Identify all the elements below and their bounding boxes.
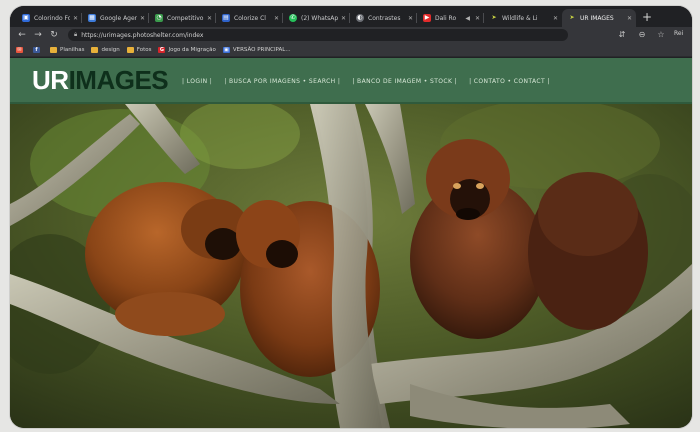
lock-icon: 🔒︎ [74,31,78,38]
nav-login[interactable]: | LOGIN | [182,78,212,85]
tab-strip: ▣ Colorindo Fot ✕ ▦ Google Agen ✕ ◔ Comp… [10,6,692,27]
tab-label: (2) WhatsApp [301,14,338,22]
nav-search[interactable]: | BUSCA POR IMAGENS • SEARCH | [224,78,340,85]
tab-colorize[interactable]: ▤ Colorize Cl ✕ [216,9,283,27]
browser-window: ▣ Colorindo Fot ✕ ▦ Google Agen ✕ ◔ Comp… [10,6,692,428]
site-nav: | LOGIN | | BUSCA POR IMAGENS • SEARCH |… [182,78,562,85]
reload-icon[interactable]: ↻ [48,29,60,41]
tab-label: Competitivo [167,14,204,22]
folder-icon [126,46,134,53]
new-tab-button[interactable]: + [640,9,654,25]
facebook-icon: f [33,46,40,53]
tab-competitivo[interactable]: ◔ Competitivo ✕ [149,9,216,27]
bookmark-label: Jogo da Migração [168,46,216,53]
bookmark-label: VERSÃO PRINCIPAL... [232,46,291,53]
bookmarks-bar: ✉ f Planilhas design Fotos G Jogo da Mig… [10,43,692,57]
tab-label: Colorindo Fot [34,14,70,22]
bookmark-jogo[interactable]: G Jogo da Migração [158,46,216,53]
folder-icon [91,46,99,53]
profile-button[interactable]: Rei [674,30,683,37]
site-header: UR IMAGES | LOGIN | | BUSCA POR IMAGENS … [10,58,692,104]
howler-monkeys-image [10,104,692,428]
close-icon[interactable]: ✕ [73,15,78,22]
tab-label: Dali Ro [435,14,457,22]
game-icon: G [158,46,166,53]
picture-icon: ▣ [22,14,30,22]
bookmark-planilhas[interactable]: Planilhas [50,46,85,53]
close-icon[interactable]: ✕ [627,15,632,22]
bookmark-label: Planilhas [60,46,85,53]
bookmark-label: design [101,46,120,53]
bookmark-gmail[interactable]: ✉ [16,46,26,53]
tab-dali[interactable]: ▶ Dali Ro ◀︎ ✕ [417,9,484,27]
tab-ur-images[interactable]: ➤ UR IMAGES ✕ [562,9,636,27]
site-logo[interactable]: UR IMAGES [32,64,169,95]
tab-label: Colorize Cl [234,14,266,22]
close-icon[interactable]: ✕ [408,15,413,22]
zoom-icon[interactable]: ⊖ [636,29,648,41]
arrow-icon: ➤ [491,14,497,21]
back-icon[interactable]: ← [16,29,28,41]
logo-text-ur: UR [32,64,69,95]
tab-colorindo[interactable]: ▣ Colorindo Fot ✕ [16,9,82,27]
chart-icon: ◔ [155,14,163,22]
logo-text-images: IMAGES [68,64,169,95]
bookmark-label: Fotos [136,46,152,53]
bookmark-design[interactable]: design [91,46,120,53]
bookmark-facebook[interactable]: f [33,46,43,53]
bookmark-fotos[interactable]: Fotos [126,46,152,53]
tab-whatsapp[interactable]: ✆ (2) WhatsApp ✕ [283,9,350,27]
calendar-icon: ▦ [88,14,96,22]
forward-icon[interactable]: → [32,29,44,41]
close-icon[interactable]: ✕ [274,15,279,22]
arrow-icon: ➤ [569,14,575,21]
nav-contact[interactable]: | CONTATO • CONTACT | [469,78,550,85]
nav-stock[interactable]: | BANCO DE IMAGEM • STOCK | [352,78,457,85]
bookmark-versao[interactable]: ▣ VERSÃO PRINCIPAL... [222,46,291,53]
close-icon[interactable]: ✕ [140,15,145,22]
hero-photo [10,104,692,428]
close-icon[interactable]: ✕ [341,15,346,22]
audio-icon[interactable]: ◀︎ [465,15,470,22]
close-icon[interactable]: ✕ [553,15,558,22]
translate-icon[interactable]: ⇵ [616,29,628,41]
folder-icon [50,46,57,53]
tab-wildlife[interactable]: ➤ Wildlife & Li ✕ [484,9,562,27]
browser-toolbar: ← → ↻ 🔒︎ https://urimages.photoshelter.c… [10,27,692,43]
star-icon[interactable]: ☆ [655,29,667,41]
tab-label: UR IMAGES [580,14,614,22]
address-bar[interactable]: 🔒︎ https://urimages.photoshelter.com/ind… [68,29,568,41]
youtube-icon: ▶ [423,14,431,22]
url-text: https://urimages.photoshelter.com/index [81,31,204,39]
doc-icon: ▤ [222,14,230,22]
close-icon[interactable]: ✕ [207,15,212,22]
tab-contrastes[interactable]: ◐ Contrastes ✕ [350,9,417,27]
tab-label: Contrastes [368,14,401,22]
tab-google-agenda[interactable]: ▦ Google Agen ✕ [82,9,149,27]
doc-icon: ▣ [222,46,230,53]
gmail-icon: ✉ [16,46,23,53]
tab-label: Google Agen [100,14,137,22]
whatsapp-icon: ✆ [289,14,297,22]
contrast-icon: ◐ [356,14,364,22]
close-icon[interactable]: ✕ [475,15,480,22]
tab-label: Wildlife & Li [502,14,538,22]
